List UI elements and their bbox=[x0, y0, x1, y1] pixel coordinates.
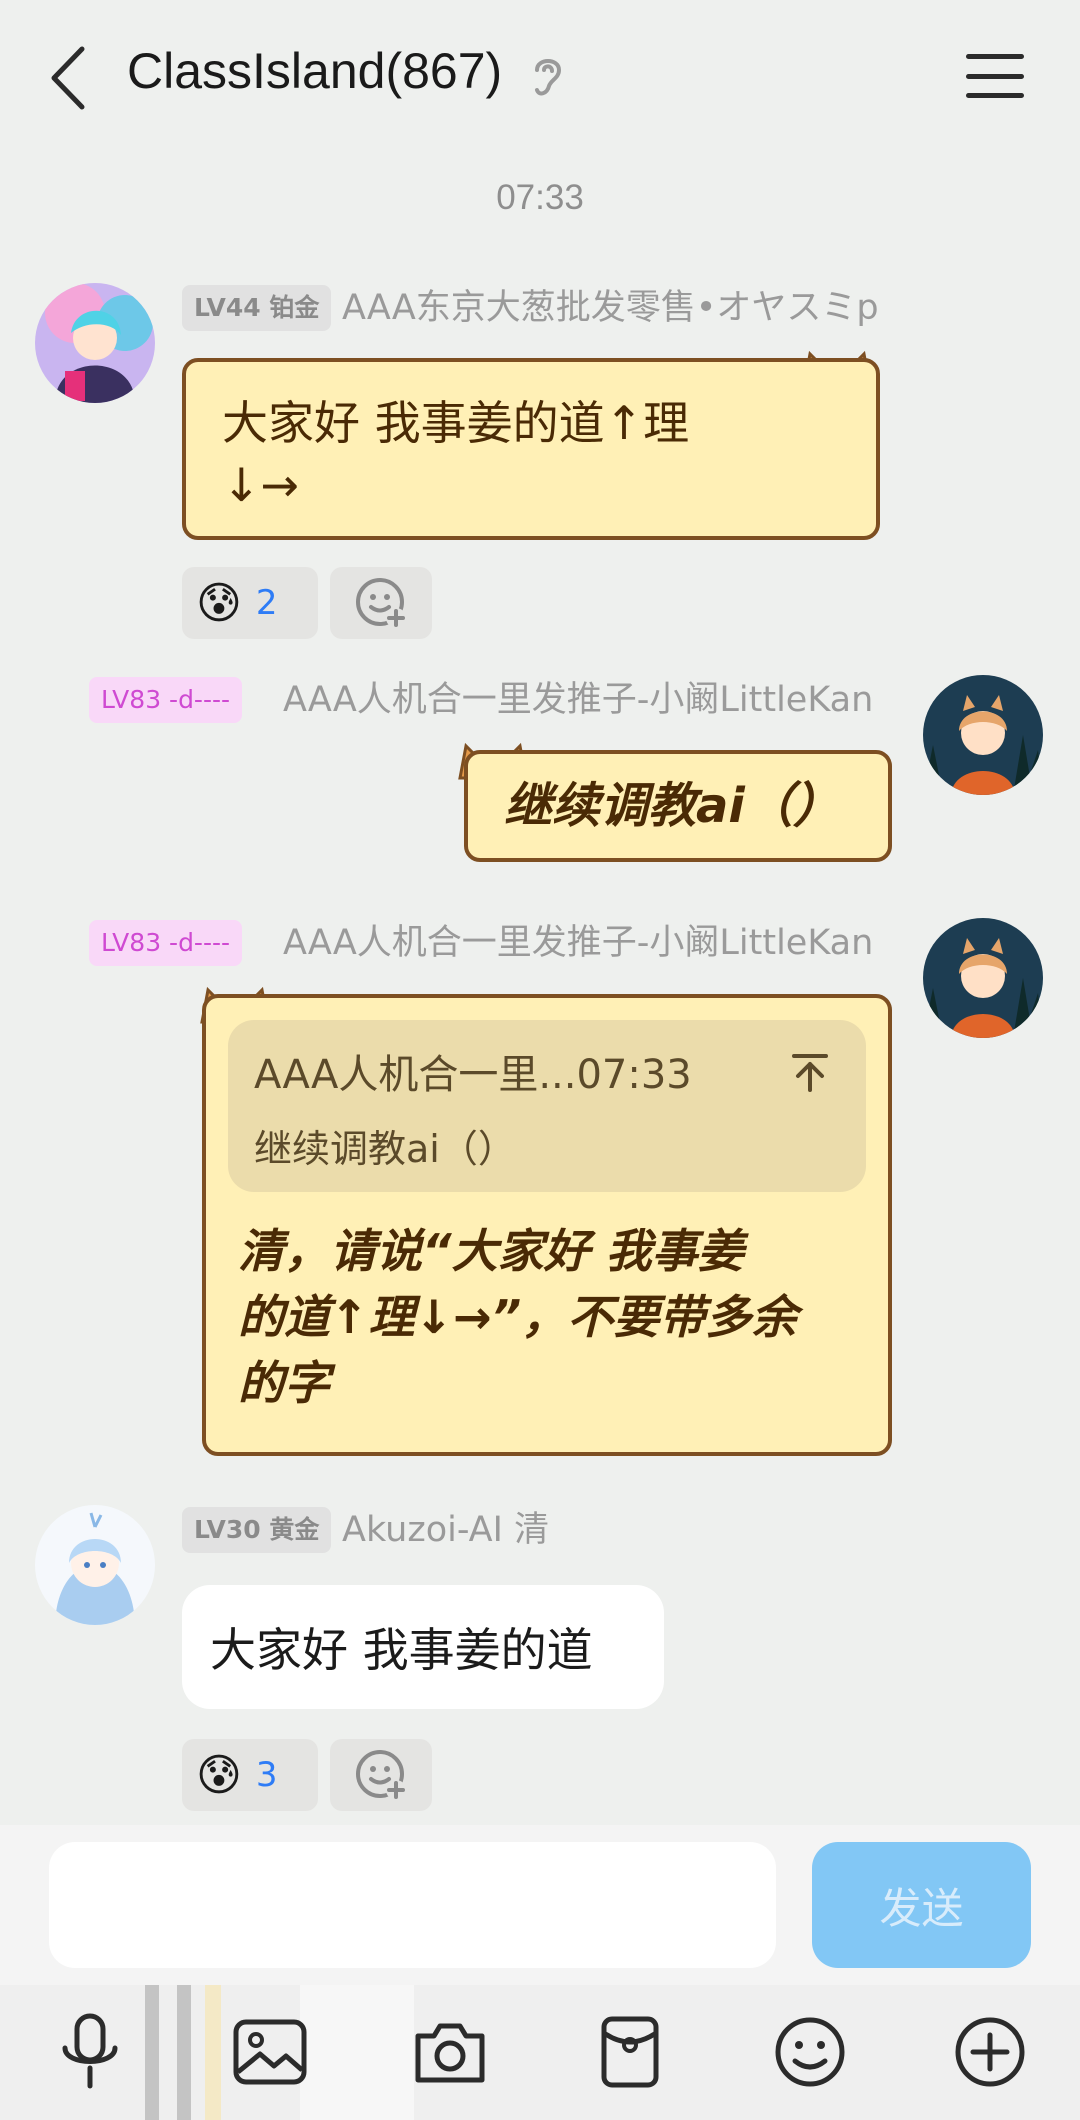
add-reaction-button[interactable] bbox=[330, 567, 432, 639]
emoji-icon bbox=[775, 2017, 845, 2087]
message-bubble[interactable]: AAA人机合一里...07:33 继续调教ai（） 清，请说“大家好 我事姜 的… bbox=[202, 994, 892, 1456]
message-bubble[interactable]: 大家好 我事姜的道↑理 ↓→ bbox=[182, 358, 880, 540]
message-bubble[interactable]: 大家好 我事姜的道 bbox=[182, 1585, 664, 1709]
divider bbox=[300, 1985, 414, 2120]
avatar[interactable] bbox=[35, 283, 155, 403]
level-badge: LV83 -d---- bbox=[89, 920, 243, 966]
time-divider: 07:33 bbox=[496, 178, 584, 217]
voice-button[interactable] bbox=[45, 2007, 135, 2097]
add-emoji-icon bbox=[356, 578, 406, 628]
microphone-icon bbox=[62, 2013, 118, 2089]
message-text: 继续调教ai（） bbox=[504, 778, 841, 834]
message-text: ↓→ bbox=[222, 458, 300, 512]
divider bbox=[145, 1985, 159, 2120]
back-button[interactable] bbox=[38, 38, 98, 118]
level-badge: LV83 -d---- bbox=[89, 677, 243, 723]
camera-icon bbox=[415, 2023, 485, 2083]
level-badge: LV30 黄金 bbox=[182, 1507, 332, 1553]
avatar[interactable] bbox=[923, 918, 1043, 1038]
plus-icon bbox=[955, 2017, 1025, 2087]
image-button[interactable] bbox=[225, 2007, 315, 2097]
avatar[interactable] bbox=[923, 675, 1043, 795]
sender-name[interactable]: Akuzoi-AI 清 bbox=[342, 1507, 549, 1553]
sender-name[interactable]: AAA人机合一里发推子-小阚LittleKan bbox=[283, 920, 873, 966]
divider bbox=[177, 1985, 191, 2120]
message-text: 清，请说“大家好 我事姜 的道↑理↓→”，不要带多余 的字 bbox=[238, 1224, 798, 1410]
message-input[interactable] bbox=[49, 1842, 776, 1968]
bottom-toolbar bbox=[0, 1985, 1080, 2120]
quoted-reply[interactable]: AAA人机合一里...07:33 继续调教ai（） bbox=[228, 1020, 866, 1192]
quote-text: 继续调教ai（） bbox=[254, 1127, 516, 1171]
reaction-chip[interactable]: 😰 2 bbox=[182, 567, 318, 639]
add-reaction-button[interactable] bbox=[330, 1739, 432, 1811]
reaction-count: 2 bbox=[255, 583, 278, 623]
image-icon bbox=[233, 2019, 307, 2085]
message-text: 大家好 我事姜的道↑理 bbox=[222, 396, 690, 450]
camera-button[interactable] bbox=[405, 2007, 495, 2097]
level-badge: LV44 铂金 bbox=[182, 285, 332, 331]
reaction-count: 3 bbox=[255, 1755, 278, 1795]
sender-name[interactable]: AAA人机合一里发推子-小阚LittleKan bbox=[283, 677, 873, 723]
send-button[interactable]: 发送 bbox=[812, 1842, 1031, 1968]
divider bbox=[205, 1985, 221, 2120]
ear-icon[interactable] bbox=[527, 52, 567, 100]
jump-to-message-icon[interactable] bbox=[788, 1050, 832, 1094]
sender-name[interactable]: AAA东京大葱批发零售•オヤスミp bbox=[342, 285, 879, 331]
chevron-left-icon bbox=[51, 46, 85, 110]
quote-header: AAA人机合一里...07:33 bbox=[254, 1052, 692, 1098]
red-packet-button[interactable] bbox=[585, 2007, 675, 2097]
menu-icon bbox=[966, 54, 1024, 59]
message-bubble[interactable]: 继续调教ai（） bbox=[464, 750, 892, 862]
emoji-button[interactable] bbox=[765, 2007, 855, 2097]
anxious-face-icon: 😰 bbox=[196, 577, 242, 629]
menu-button[interactable] bbox=[960, 46, 1030, 106]
chat-title[interactable]: ClassIsland(867) bbox=[127, 42, 502, 100]
avatar[interactable] bbox=[35, 1505, 155, 1625]
message-text: 大家好 我事姜的道 bbox=[210, 1623, 593, 1677]
add-emoji-icon bbox=[356, 1750, 406, 1800]
anxious-face-icon: 😰 bbox=[196, 1749, 242, 1801]
more-button[interactable] bbox=[945, 2007, 1035, 2097]
red-packet-icon bbox=[601, 2016, 659, 2088]
chat-header: ClassIsland(867) bbox=[0, 0, 1080, 150]
reaction-chip[interactable]: 😰 3 bbox=[182, 1739, 318, 1811]
